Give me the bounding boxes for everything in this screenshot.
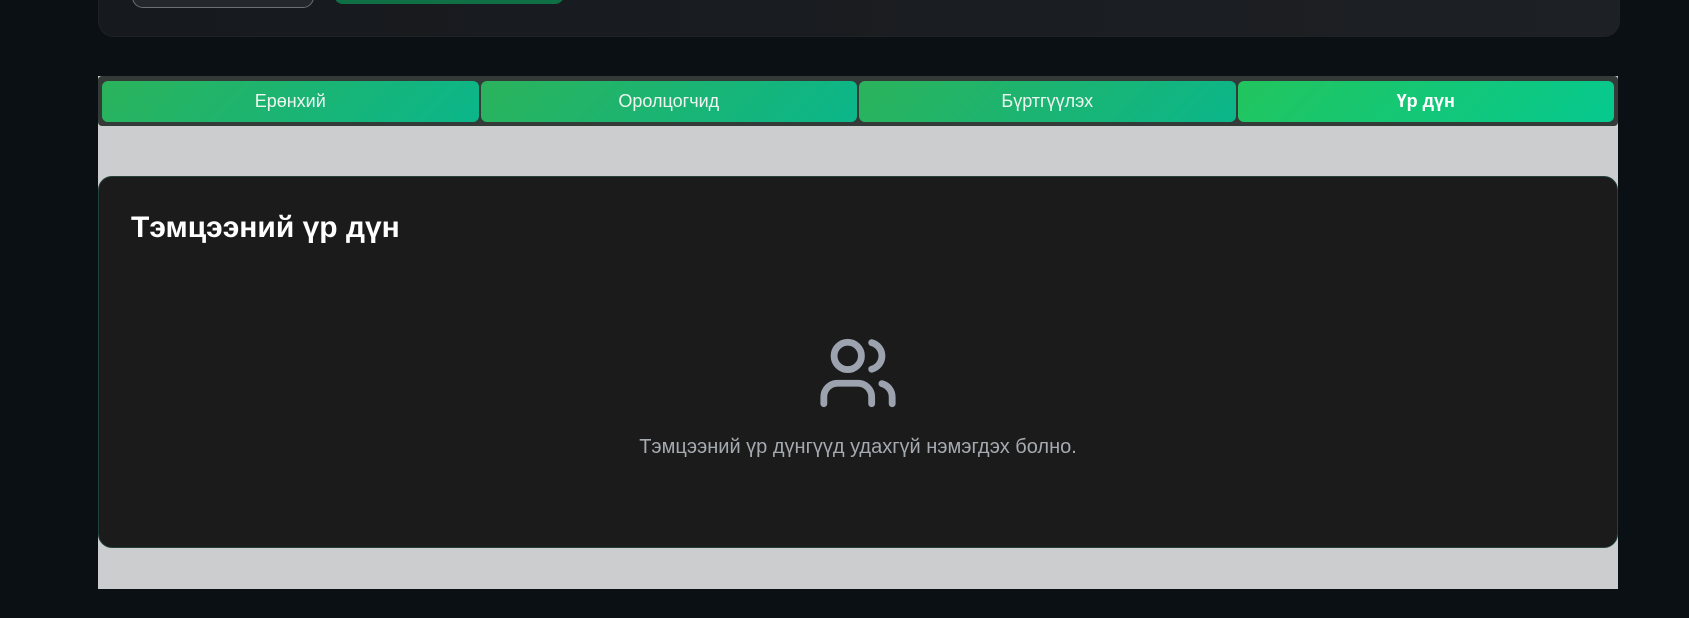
- tab-results[interactable]: Үр дүн: [1237, 81, 1614, 122]
- header-secondary-button[interactable]: [132, 0, 314, 8]
- tab-register[interactable]: Бүртгүүлэх: [859, 81, 1236, 122]
- tab-participants[interactable]: Оролцогчид: [480, 81, 857, 122]
- tab-bar: Ерөнхий Оролцогчид Бүртгүүлэх Үр дүн: [98, 76, 1618, 126]
- header-card: [98, 0, 1620, 37]
- results-title: Тэмцээний үр дүн: [131, 211, 400, 244]
- empty-state-message: Тэмцээний үр дүнгүүд удахгүй нэмэгдэх бо…: [639, 436, 1077, 458]
- content-panel: Ерөнхий Оролцогчид Бүртгүүлэх Үр дүн Тэм…: [98, 76, 1618, 589]
- tab-general[interactable]: Ерөнхий: [102, 81, 479, 122]
- users-icon: [820, 338, 896, 408]
- results-card: Тэмцээний үр дүн Тэмцээний үр дүнгүүд уд…: [98, 176, 1618, 548]
- header-primary-button[interactable]: [334, 0, 564, 4]
